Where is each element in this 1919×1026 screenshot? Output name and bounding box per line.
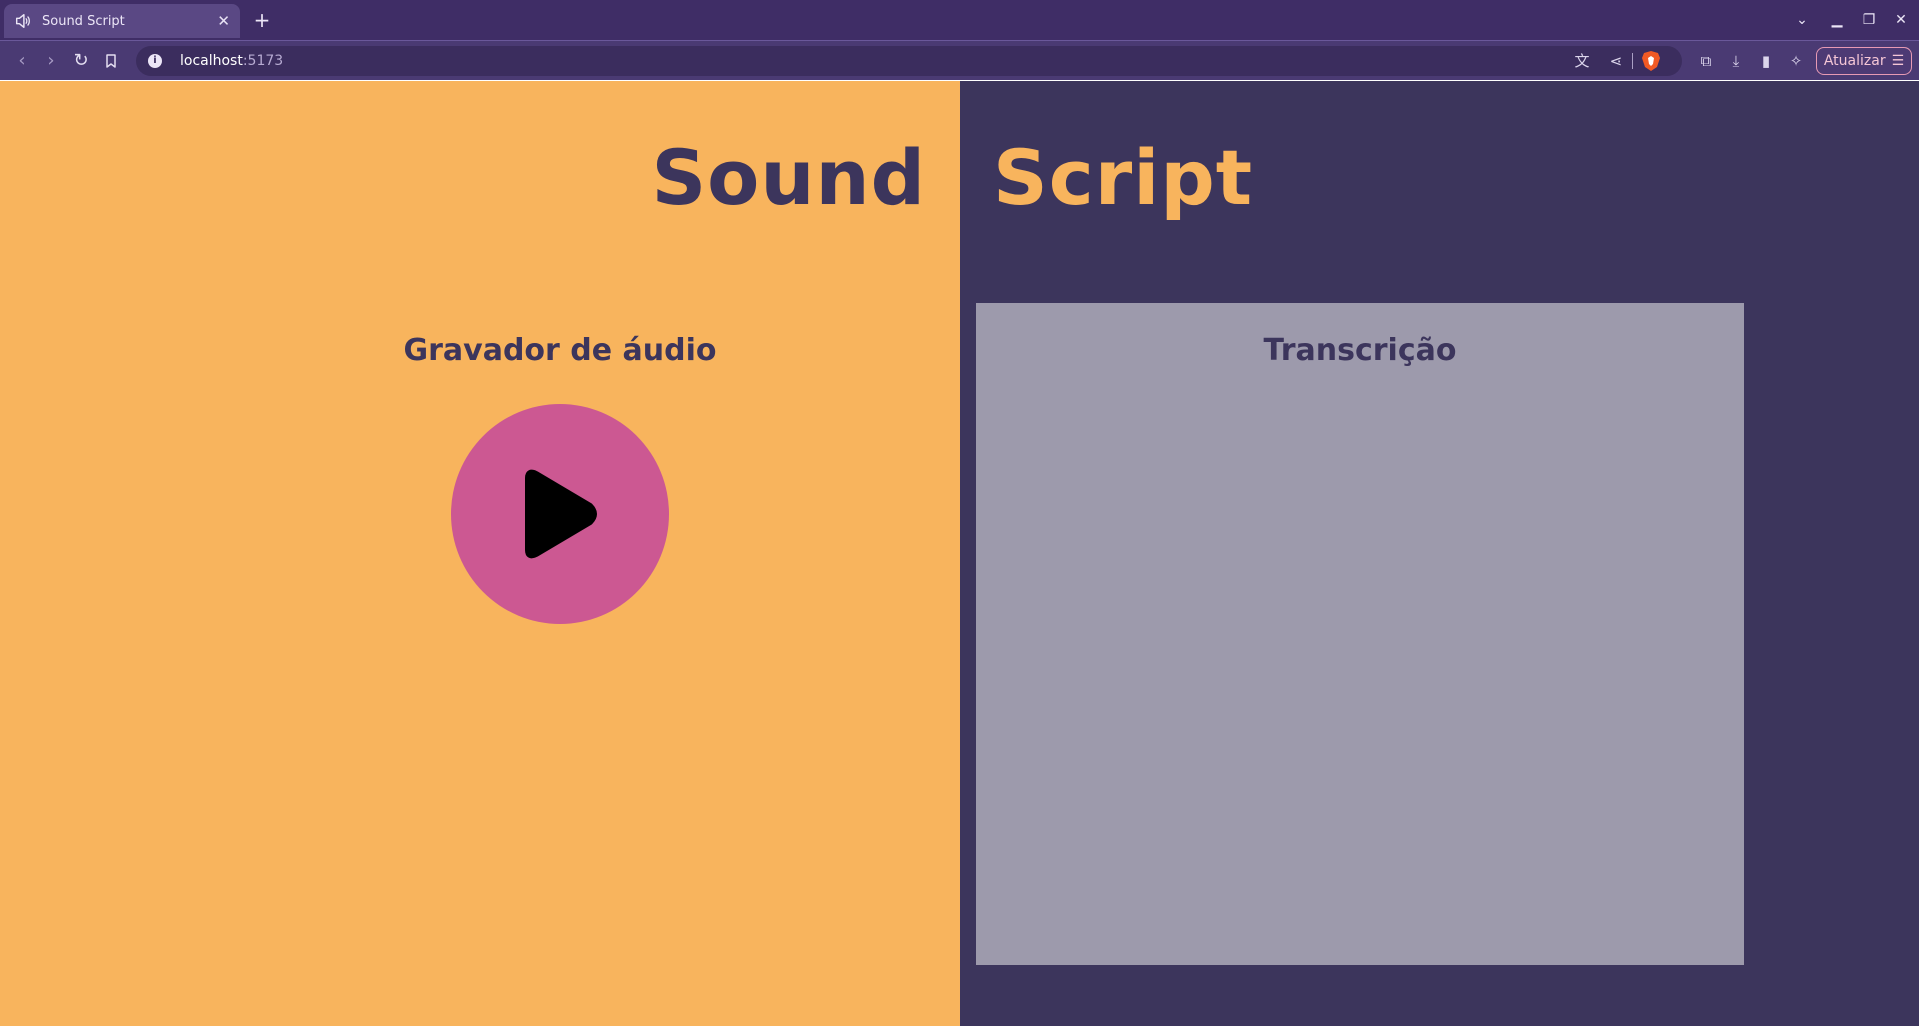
- page-content: Sound Gravador de áudio Script Transcriç…: [0, 81, 1919, 1026]
- close-icon[interactable]: ✕: [217, 12, 230, 30]
- transcript-box: Transcrição: [976, 303, 1744, 965]
- recorder-heading: Gravador de áudio: [403, 333, 717, 368]
- restore-icon[interactable]: ❐: [1857, 8, 1881, 32]
- forward-icon[interactable]: ›: [39, 49, 63, 73]
- transcript-pane: Script Transcrição: [960, 81, 1919, 1026]
- translate-icon[interactable]: 文: [1570, 49, 1594, 73]
- transcript-heading: Transcrição: [1263, 333, 1457, 368]
- tab-list-chevron-down-icon[interactable]: ⌄: [1790, 8, 1814, 32]
- back-icon[interactable]: ‹: [10, 49, 34, 73]
- minimize-icon[interactable]: ▁: [1825, 8, 1849, 32]
- play-record-button[interactable]: [451, 404, 669, 624]
- address-bar[interactable]: i localhost:5173 文 ⋖: [136, 46, 1682, 76]
- site-info-icon[interactable]: i: [148, 54, 162, 68]
- share-icon[interactable]: ⋖: [1604, 49, 1628, 73]
- speaker-icon: [15, 13, 30, 29]
- update-label: Atualizar: [1823, 53, 1886, 69]
- tab-title: Sound Script: [42, 13, 125, 29]
- extensions-icon[interactable]: ⧉: [1694, 49, 1718, 73]
- browser-tab-bar: Sound Script ✕ + ⌄ ▁ ❐ ✕: [0, 0, 1919, 40]
- download-icon[interactable]: ⤓: [1724, 49, 1748, 73]
- browser-tab[interactable]: Sound Script ✕: [4, 4, 240, 38]
- menu-icon: ☰: [1891, 53, 1905, 69]
- sidebar-icon[interactable]: ▮: [1754, 49, 1778, 73]
- title-script: Script: [993, 133, 1254, 222]
- brave-shield-icon[interactable]: [1641, 50, 1661, 72]
- url-port: :5173: [242, 53, 284, 69]
- play-icon: [525, 469, 597, 559]
- update-button[interactable]: Atualizar ☰: [1816, 47, 1912, 75]
- url-divider: [1632, 53, 1633, 69]
- recorder-pane: Sound Gravador de áudio: [0, 81, 960, 1026]
- transcript-text: [1006, 393, 1714, 935]
- reload-icon[interactable]: ↻: [69, 49, 93, 73]
- bookmark-icon[interactable]: [99, 49, 123, 73]
- window-close-icon[interactable]: ✕: [1889, 8, 1913, 32]
- leo-ai-icon[interactable]: ✧: [1784, 49, 1808, 73]
- title-sound: Sound: [651, 133, 926, 222]
- new-tab-button[interactable]: +: [250, 8, 274, 32]
- browser-toolbar: ‹ › ↻ i localhost:5173 文 ⋖ ⧉ ⤓ ▮ ✧ Atual…: [0, 40, 1919, 80]
- url-host: localhost: [180, 53, 243, 69]
